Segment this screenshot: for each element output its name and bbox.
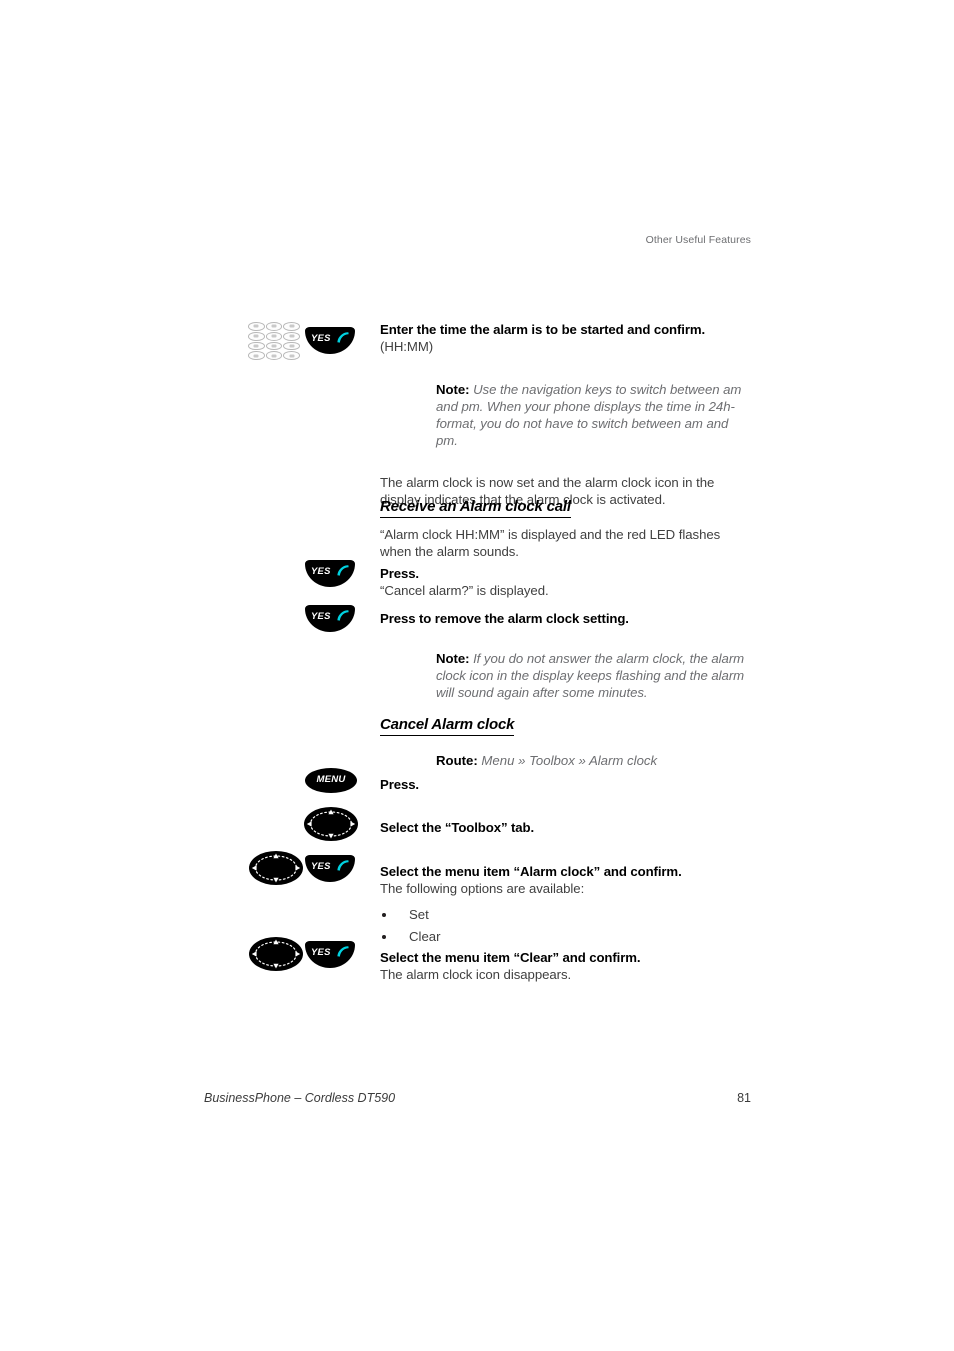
- phone-handset-icon: [336, 331, 350, 345]
- enter-time-note: Note: Use the navigation keys to switch …: [436, 381, 752, 449]
- enter-time-instruction: Enter the time the alarm is to be starte…: [380, 322, 706, 337]
- icon-group-yes-1: YES: [248, 560, 374, 606]
- keypad-icon: [248, 322, 300, 360]
- icon-group-nav-1: [248, 806, 374, 852]
- keypad-key: [265, 331, 283, 341]
- page-header: Other Useful Features: [645, 234, 751, 246]
- list-item: Clear: [380, 926, 752, 948]
- keypad-key: [248, 341, 265, 351]
- navigation-disc-icon[interactable]: [248, 850, 304, 886]
- icon-group-nav-yes-2: YES: [248, 936, 374, 982]
- yes-button-label: YES: [311, 332, 331, 343]
- keypad-key: [265, 322, 283, 331]
- keypad-key: [283, 331, 300, 341]
- select-toolbox-instruction: Select the “Toolbox” tab.: [380, 820, 535, 835]
- keypad-key: [248, 322, 265, 331]
- step-press-menu-text: Press.: [380, 777, 752, 794]
- phone-handset-icon: [336, 564, 350, 578]
- icon-group-nav-yes-1: YES: [248, 850, 374, 896]
- cancel-alarm-header-block: Cancel Alarm clock Route: Menu » Toolbox…: [380, 716, 752, 769]
- route-label: Route:: [436, 753, 478, 768]
- icon-group-yes-2: YES: [248, 605, 374, 651]
- note-label: Note:: [436, 650, 470, 666]
- list-item: Set: [380, 904, 752, 926]
- yes-button[interactable]: YES: [305, 560, 355, 587]
- footer-page-number: 81: [737, 1091, 751, 1105]
- cancel-alarm-heading: Cancel Alarm clock: [380, 716, 514, 736]
- step-remove-alarm-text: Press to remove the alarm clock setting.…: [380, 611, 752, 701]
- yes-button-label: YES: [311, 565, 331, 576]
- note-body: If you do not answer the alarm clock, th…: [436, 650, 745, 700]
- phone-handset-icon: [336, 859, 350, 873]
- step-enter-time-text: Enter the time the alarm is to be starte…: [380, 322, 752, 508]
- navigation-disc-icon[interactable]: [248, 936, 304, 972]
- keypad-key: [283, 322, 300, 331]
- receive-call-note: Note: If you do not answer the alarm clo…: [436, 650, 752, 701]
- phone-handset-icon: [336, 945, 350, 959]
- note-body: Use the navigation keys to switch betwee…: [436, 382, 742, 448]
- keypad-key: [283, 351, 300, 360]
- menu-button-label: MENU: [316, 774, 346, 785]
- keypad-key: [283, 341, 300, 351]
- select-alarm-clock-instruction: Select the menu item “Alarm clock” and c…: [380, 864, 682, 879]
- yes-button[interactable]: YES: [305, 941, 355, 968]
- yes-button-label: YES: [311, 610, 331, 621]
- yes-button-label: YES: [311, 860, 331, 871]
- step-select-toolbox-text: Select the “Toolbox” tab.: [380, 820, 752, 837]
- phone-handset-icon: [336, 609, 350, 623]
- footer-document-title: BusinessPhone – Cordless DT590: [204, 1091, 396, 1105]
- yes-button[interactable]: YES: [305, 605, 355, 632]
- receive-call-heading: Receive an Alarm clock call: [380, 498, 571, 518]
- step-select-clear-text: Select the menu item “Clear” and confirm…: [380, 950, 752, 983]
- page-footer: BusinessPhone – Cordless DT590 81: [204, 1091, 751, 1105]
- press-menu-instruction: Press.: [380, 777, 419, 792]
- yes-button[interactable]: YES: [305, 855, 355, 882]
- yes-button[interactable]: YES: [305, 327, 355, 354]
- cancel-alarm-route: Route: Menu » Toolbox » Alarm clock: [436, 752, 752, 769]
- menu-button[interactable]: MENU: [305, 768, 357, 793]
- receive-call-intro: “Alarm clock HH:MM” is displayed and the…: [380, 527, 721, 559]
- yes-button-label: YES: [311, 946, 331, 957]
- navigation-disc-icon[interactable]: [303, 806, 359, 842]
- note-label: Note:: [436, 382, 470, 397]
- keypad-key: [265, 341, 283, 351]
- select-alarm-clock-sub: The following options are available:: [380, 880, 585, 896]
- alarm-clock-options-list: Set Clear: [380, 904, 752, 948]
- step-press-yes-text: Press. “Cancel alarm?” is displayed.: [380, 566, 752, 599]
- keypad-key: [265, 351, 283, 360]
- enter-time-format: (HH:MM): [380, 338, 434, 354]
- press-result: “Cancel alarm?” is displayed.: [380, 582, 549, 598]
- keypad-key: [248, 351, 265, 360]
- step-select-alarm-clock-text: Select the menu item “Alarm clock” and c…: [380, 864, 752, 948]
- icon-group-keypad-yes: YES: [248, 322, 374, 368]
- select-clear-instruction: Select the menu item “Clear” and confirm…: [380, 950, 641, 965]
- keypad-key: [248, 331, 265, 341]
- receive-call-header-block: Receive an Alarm clock call “Alarm clock…: [380, 498, 752, 560]
- route-path: Menu » Toolbox » Alarm clock: [477, 753, 658, 768]
- press-instruction: Press.: [380, 566, 419, 581]
- remove-alarm-instruction: Press to remove the alarm clock setting.: [380, 611, 629, 626]
- select-clear-result: The alarm clock icon disappears.: [380, 966, 572, 982]
